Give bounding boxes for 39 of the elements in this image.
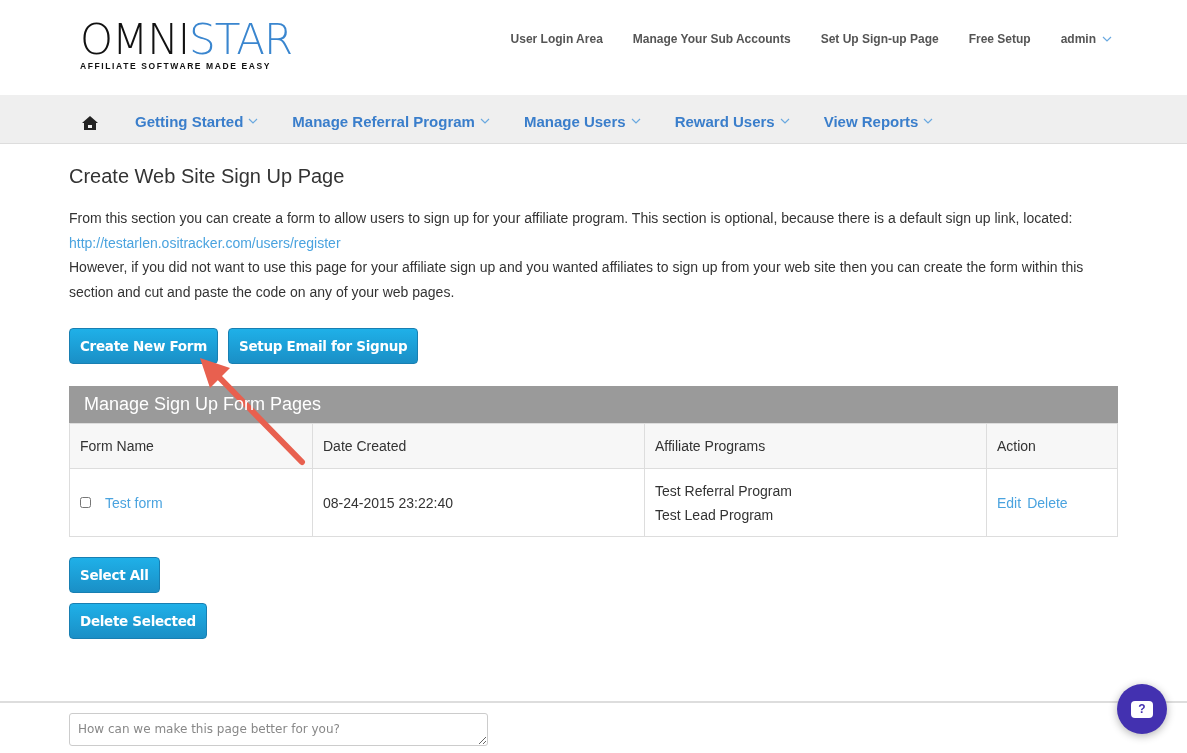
caret-icon [479, 118, 490, 124]
nav-menu-item[interactable]: Manage Users [523, 112, 641, 130]
nav-menu-item[interactable]: Getting Started [135, 112, 259, 130]
form-name-link[interactable]: Test form [105, 494, 163, 511]
table-cell: 08-24-2015 23:22:40 [312, 468, 645, 537]
home-icon[interactable] [82, 116, 98, 130]
caret-icon [1102, 35, 1112, 42]
help-button[interactable]: ? [1117, 684, 1167, 734]
feedback-field[interactable]: How can we make this page better for you? [69, 713, 488, 746]
action-link[interactable]: Delete [1027, 494, 1068, 511]
row-checkbox[interactable] [80, 497, 91, 508]
column-header: Date Created [312, 423, 645, 469]
nav-menu-item[interactable]: View Reports [823, 112, 934, 130]
top-link[interactable]: Free Setup [968, 31, 1031, 46]
top-link[interactable]: Manage Your Sub Accounts [632, 31, 791, 46]
top-link[interactable]: User Login Area [510, 31, 603, 46]
bulk-action-button[interactable]: Select All [69, 557, 160, 593]
nav-menu-item[interactable]: Reward Users [674, 112, 790, 130]
column-header: Form Name [69, 423, 313, 469]
bulk-action-button[interactable]: Delete Selected [69, 603, 207, 639]
action-button[interactable]: Create New Form [69, 328, 218, 364]
action-link[interactable]: Edit [997, 494, 1022, 511]
logo-wordmark[interactable]: OMNISTAR [80, 20, 293, 60]
logo-tagline: AFFILIATE SOFTWARE MADE EASY [80, 61, 273, 71]
nav-menu-item[interactable]: Manage Referral Program [292, 112, 490, 130]
caret-icon [630, 118, 641, 124]
register-link[interactable]: http://testarlen.ositracker.com/users/register [69, 234, 341, 251]
page-title: Create Web Site Sign Up Page [69, 165, 346, 188]
caret-icon [923, 118, 934, 124]
top-link[interactable]: admin [1060, 31, 1112, 46]
program-name: Test Referral Program [655, 481, 793, 501]
caret-icon [779, 118, 790, 124]
program-name: Test Lead Program [655, 505, 775, 525]
column-header: Action [986, 423, 1118, 469]
top-link[interactable]: Set Up Sign-up Page [820, 31, 939, 46]
intro-paragraph: From this section you can create a form to allow users to sign up for your affiliate program. This section is optional, because there is a default sign up link, located: http://testarlen.ositracker.com/users/register However, if you did not want to use this page for your affiliate sign up and you wanted affiliates to sign up from your web site then you can create the form within this section and cut and paste the code on any of your web pages. [69, 209, 1085, 302]
action-button[interactable]: Setup Email for Signup [227, 328, 419, 364]
caret-icon [248, 118, 259, 124]
column-header: Affiliate Programs [644, 423, 987, 469]
